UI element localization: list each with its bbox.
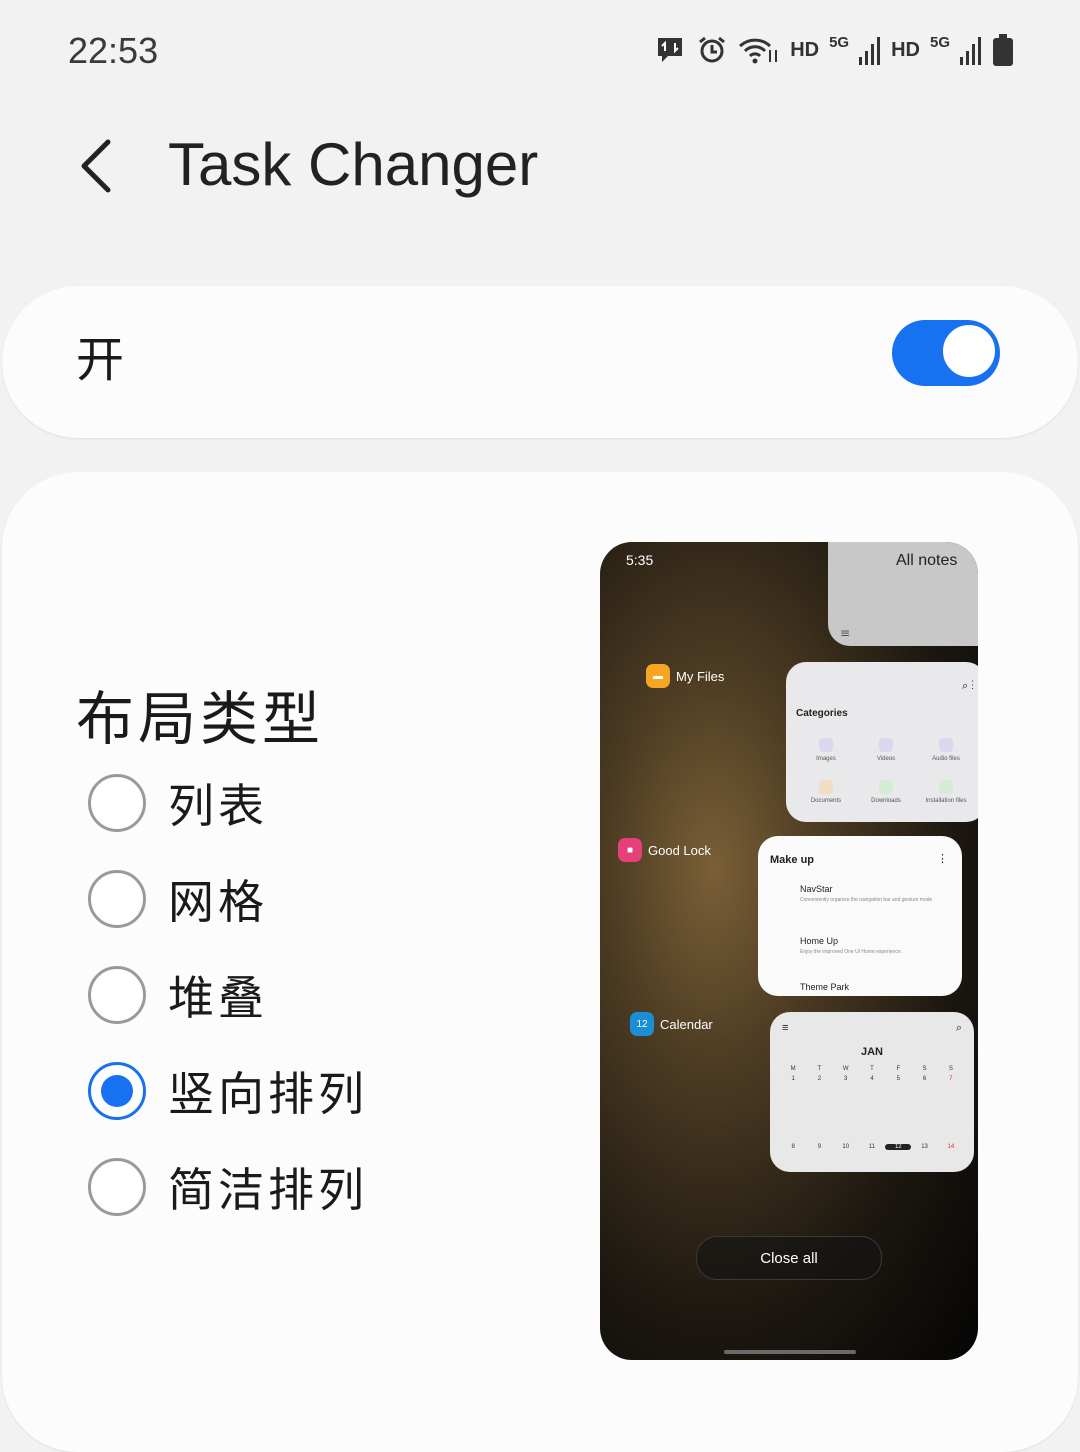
master-switch-label: 开 [76,332,125,388]
option-grid[interactable]: 网格 [88,864,268,934]
radio-button[interactable] [88,870,146,928]
master-toggle[interactable] [892,320,1000,386]
files-item: Downloads [856,780,916,804]
signal-icon-1 [859,37,881,65]
calendar-month: JAN [860,1046,883,1058]
preview-app-label: Good Lock [648,842,711,858]
calendar-icon: 12 [630,1012,654,1036]
status-time: 22:53 [68,30,159,71]
calendar-grid: MTWTFSS 1234567 [790,1066,953,1082]
alarm-icon [699,36,726,63]
files-item: Documents [796,780,856,804]
preview-goodlock-card: Make up ⋮ NavStar Conveniently organize … [758,836,962,996]
goodlock-row: Home Up Enjoy the improved One UI Home e… [800,936,902,955]
files-item: Audio files [916,738,976,762]
chevron-left-icon [81,139,111,193]
preview-notes-card: All notes ≡ [828,542,978,646]
layout-type-card: 布局类型 列表 网格 堆叠 竖向排列 简洁排列 5:35 All notes ≡… [2,472,1078,1452]
data-transfer-icon [658,38,683,62]
preview-calendar-card: ≡ ⌕ JAN MTWTFSS 1234567 8 9 10 11 12 13 14 [770,1012,974,1172]
option-vertical[interactable]: 竖向排列 [88,1056,368,1126]
option-stack[interactable]: 堆叠 [88,960,268,1030]
option-list[interactable]: 列表 [88,768,268,838]
preview-time: 5:35 [626,552,654,568]
option-label: 简洁排列 [168,1163,368,1217]
option-label: 列表 [168,779,268,833]
preview-app-calendar: 12 Calendar [630,1012,713,1036]
goodlock-heading: Make up [770,854,815,866]
preview-app-label: Calendar [660,1016,713,1032]
preview-home-indicator [724,1350,856,1354]
option-simple[interactable]: 简洁排列 [88,1152,368,1222]
network-5g-label-1: 5G [829,34,850,51]
menu-icon: ≡ [782,1022,789,1034]
section-title: 布局类型 [76,685,325,753]
goodlock-icon: ■ [618,838,642,862]
folder-icon: ▬ [646,664,670,688]
goodlock-row: Theme Park [800,982,850,992]
calendar-grid-week2: 8 9 10 11 12 13 14 [791,1144,955,1150]
layout-preview-image: 5:35 All notes ≡ ▬ My Files ⌕ ⋮ Categori… [600,542,978,1360]
files-grid: Images Videos Audio files Documents Down… [796,738,976,804]
network-5g-label-2: 5G [929,34,950,51]
option-label: 竖向排列 [168,1067,368,1121]
battery-icon [993,34,1013,66]
preview-app-label: My Files [676,668,725,684]
preview-notes-title: All notes [896,552,958,569]
files-item: Installation files [916,780,976,804]
radio-button-selected[interactable] [88,1062,146,1120]
status-icons: HD 5G HD 5G [654,34,1014,66]
radio-button[interactable] [88,966,146,1024]
app-header: Task Changer [0,120,1080,220]
files-item: Images [796,738,856,762]
network-hd-label-1: HD [790,38,820,61]
network-hd-label-2: HD [891,38,920,61]
files-item: Videos [856,738,916,762]
more-icon: ⋮ [937,853,948,865]
back-button[interactable] [74,138,124,194]
search-icon: ⌕ [955,1022,962,1034]
master-switch-card[interactable]: 开 [2,286,1078,438]
preview-app-goodlock: ■ Good Lock [618,838,711,862]
menu-icon: ≡ [840,626,851,640]
radio-button[interactable] [88,774,146,832]
search-icon: ⌕ ⋮ [962,680,974,692]
preview-files-card: ⌕ ⋮ Categories Images Videos Audio files… [786,662,978,822]
files-heading: Categories [796,708,848,719]
radio-button[interactable] [88,1158,146,1216]
goodlock-row: NavStar Conveniently organize the naviga… [800,884,933,903]
page-title: Task Changer [168,131,539,198]
status-bar: 22:53 HD 5G HD 5G [0,0,1080,100]
option-label: 堆叠 [168,971,268,1025]
wifi-icon [739,38,778,64]
preview-app-myfiles: ▬ My Files [646,664,724,688]
preview-close-all-button: Close all [696,1236,882,1280]
option-label: 网格 [168,875,268,929]
toggle-knob [940,322,998,380]
signal-icon-2 [960,37,981,65]
